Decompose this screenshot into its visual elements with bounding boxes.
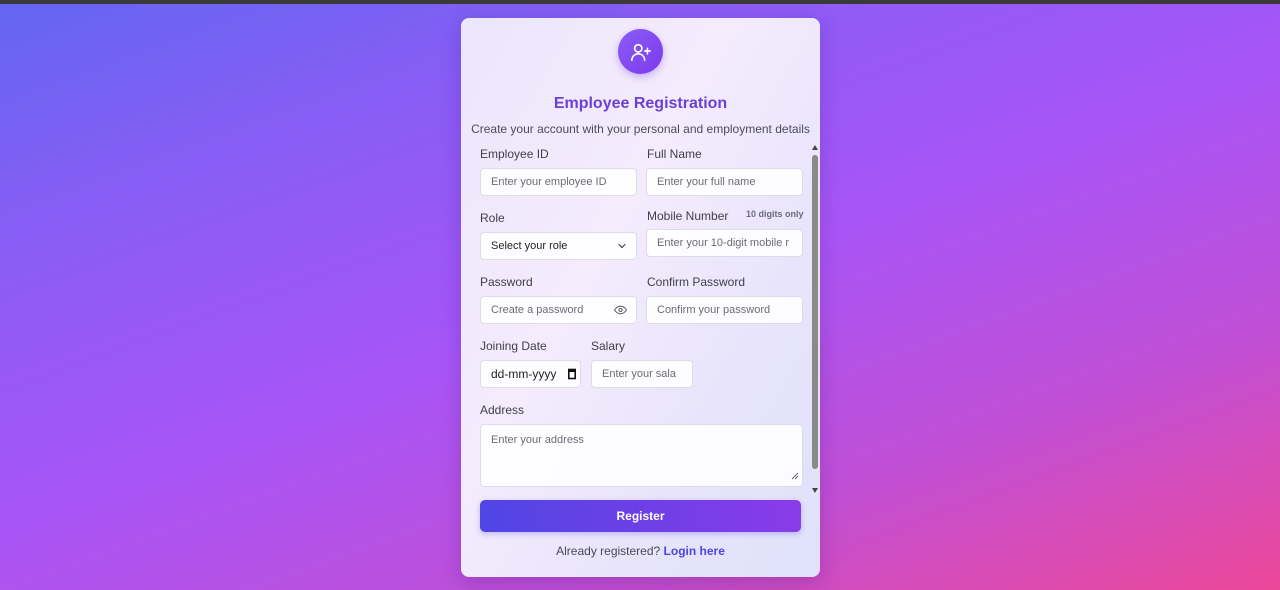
user-plus-icon (618, 29, 663, 74)
full-name-label: Full Name (647, 147, 702, 161)
confirm-password-label: Confirm Password (647, 275, 746, 289)
registration-form: Employee ID Enter your employee ID Full … (461, 143, 820, 495)
role-select[interactable]: Select your role (480, 232, 637, 260)
form-scrollbar[interactable] (811, 143, 820, 495)
register-button[interactable]: Register (480, 500, 801, 532)
confirm-password-input[interactable]: Confirm your password (646, 296, 803, 324)
login-link[interactable]: Login here (664, 544, 725, 558)
page-subtitle: Create your account with your personal a… (471, 122, 810, 136)
address-placeholder: Enter your address (491, 434, 584, 446)
login-prompt: Already registered? Login here (461, 544, 820, 558)
scrollbar-thumb[interactable] (812, 155, 818, 469)
joining-date-value: dd-mm-yyyy (491, 367, 557, 381)
employee-id-input[interactable]: Enter your employee ID (480, 168, 637, 196)
page-title: Employee Registration (553, 95, 728, 112)
full-name-placeholder: Enter your full name (657, 176, 756, 188)
calendar-icon[interactable] (568, 368, 576, 380)
joining-date-label: Joining Date (480, 339, 547, 353)
password-label: Password (480, 275, 533, 289)
mobile-label: Mobile Number (647, 209, 729, 223)
salary-label: Salary (591, 339, 626, 353)
address-label: Address (480, 403, 525, 417)
role-label: Role (480, 211, 505, 225)
login-prompt-text: Already registered? (556, 544, 661, 558)
address-textarea[interactable]: Enter your address (480, 424, 803, 487)
confirm-password-placeholder: Confirm your password (657, 304, 771, 316)
password-input[interactable]: Create a password (480, 296, 637, 324)
full-name-input[interactable]: Enter your full name (646, 168, 803, 196)
password-placeholder: Create a password (491, 304, 584, 316)
mobile-input[interactable]: Enter your 10-digit mobile r (646, 229, 803, 257)
scroll-down-arrow-icon[interactable] (812, 488, 818, 493)
eye-icon[interactable] (614, 304, 627, 317)
resize-handle-icon[interactable] (791, 471, 799, 483)
role-selected-value: Select your role (491, 240, 568, 252)
joining-date-input[interactable]: dd-mm-yyyy (480, 360, 581, 388)
registration-card: Employee Registration Create your accoun… (461, 18, 820, 577)
employee-id-label: Employee ID (480, 147, 549, 161)
scroll-up-arrow-icon[interactable] (812, 145, 818, 150)
employee-id-placeholder: Enter your employee ID (491, 176, 607, 188)
chevron-down-icon (617, 241, 627, 251)
browser-top-bar (0, 0, 1280, 4)
salary-input[interactable]: Enter your sala (591, 360, 693, 388)
salary-placeholder: Enter your sala (602, 368, 676, 380)
mobile-hint: 10 digits only (746, 209, 804, 219)
mobile-placeholder: Enter your 10-digit mobile r (657, 237, 790, 249)
